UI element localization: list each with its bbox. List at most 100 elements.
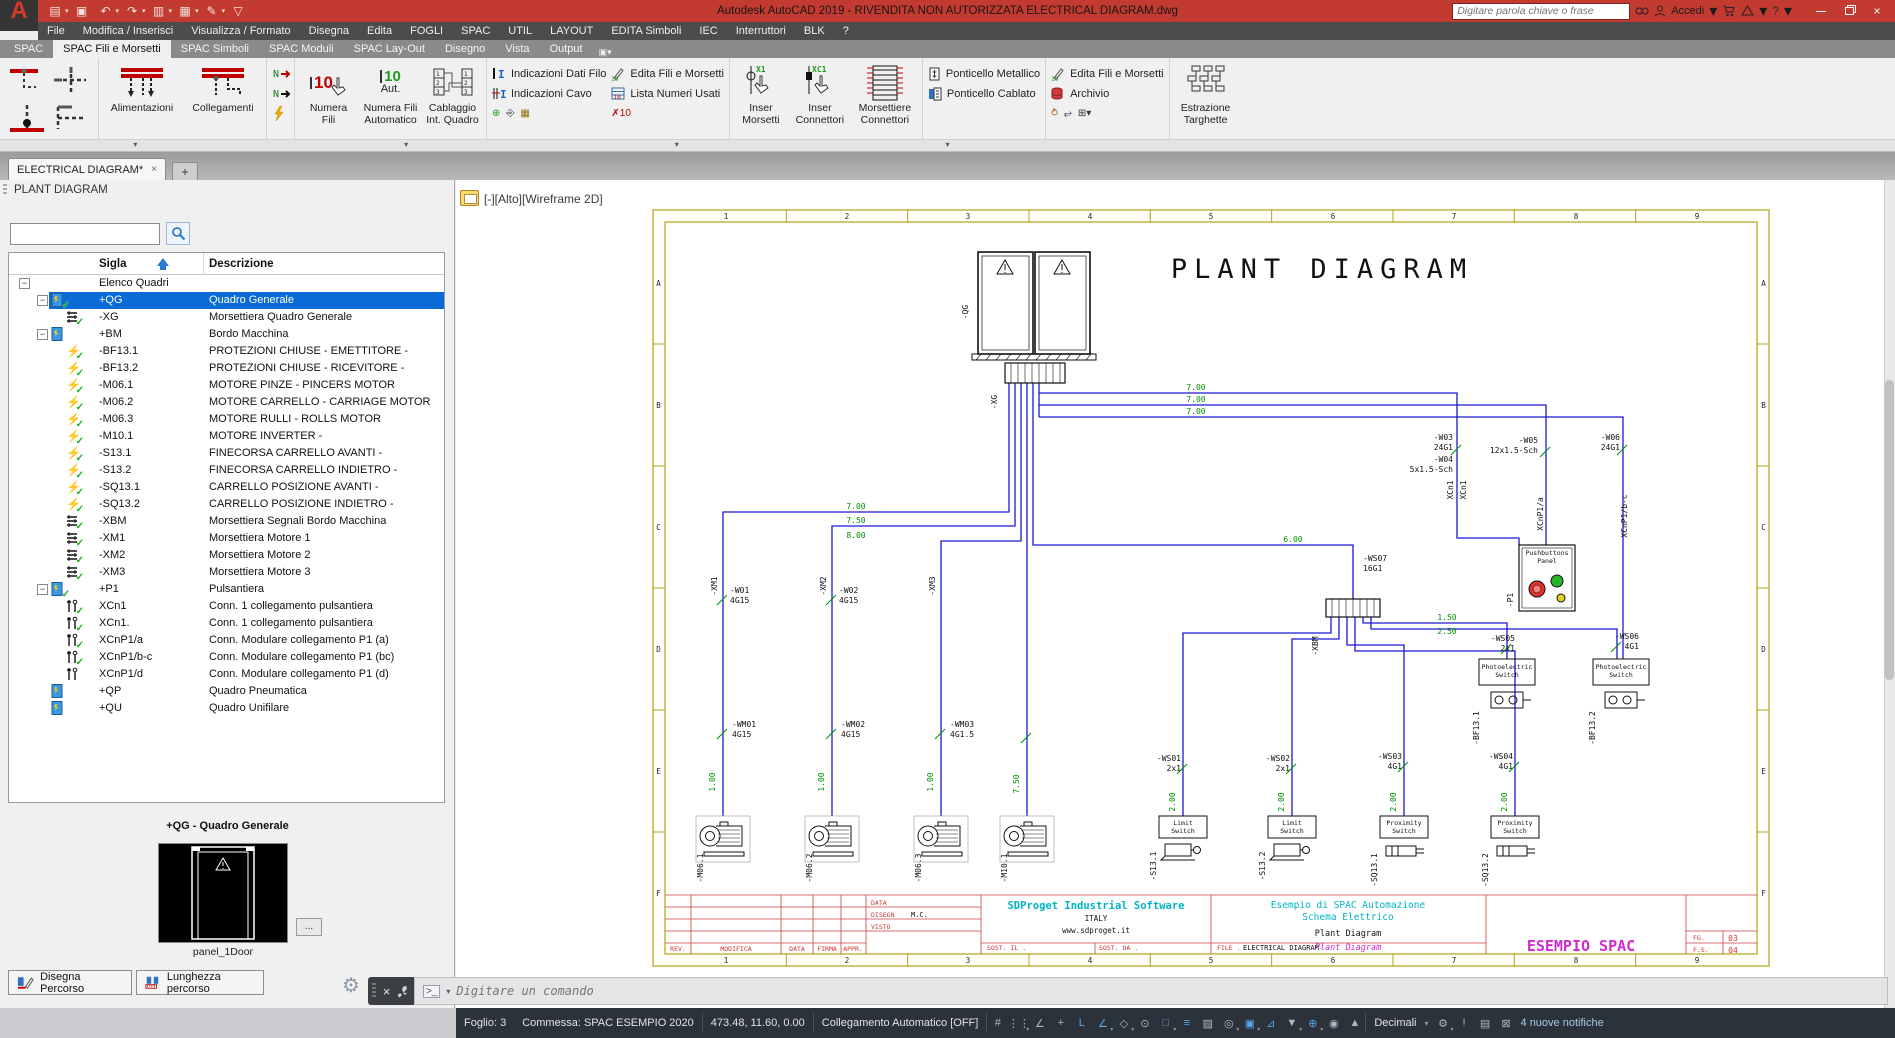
menu-item-iec[interactable]: IEC xyxy=(690,22,726,40)
estrazione-targhette-button[interactable]: Estrazione Targhette xyxy=(1175,61,1237,126)
ribbon-tab-spac-moduli[interactable]: SPAC Moduli xyxy=(259,40,344,58)
signin-label[interactable]: Accedi xyxy=(1671,5,1704,17)
ribbon-tab-disegno[interactable]: Disegno xyxy=(435,40,495,58)
tree-row[interactable]: ✓-XM3Morsettiera Motore 3 xyxy=(9,564,444,581)
expander-minus-icon[interactable]: − xyxy=(19,278,30,289)
new-drawing-tab-button[interactable]: + xyxy=(172,162,198,180)
status-toggle-isodraft-icon[interactable]: ◇▾ xyxy=(1113,1012,1134,1034)
tree-row[interactable]: ⚡✓-M06.2MOTORE CARRELLO - CARRIAGE MOTOR xyxy=(9,394,444,411)
search-icon[interactable] xyxy=(1635,5,1649,17)
edita-fili-morsetti2-button[interactable]: 10 Edita Fili e Morsetti xyxy=(1051,65,1164,82)
inser-connettori-button[interactable]: XC1 Inser Connettori xyxy=(792,61,848,126)
menu-item-visualizza-formato[interactable]: Visualizza / Formato xyxy=(182,22,299,40)
vertical-scrollbar[interactable] xyxy=(1884,180,1895,1008)
menu-item-blk[interactable]: BLK xyxy=(795,22,834,40)
edita-fili-morsetti-button[interactable]: 10 Edita Fili e Morsetti xyxy=(611,65,724,82)
status-toggle-lineweight-icon[interactable]: ≡ xyxy=(1176,1012,1197,1034)
status-toggle-selection-filter-icon[interactable]: ▼▾ xyxy=(1281,1012,1302,1034)
ponticello-cablato-button[interactable]: Ponticello Cablato xyxy=(928,85,1040,102)
status-toggle-selection-cycling-icon[interactable]: ◎▾ xyxy=(1218,1012,1239,1034)
command-history-caret[interactable]: ▾ xyxy=(446,987,450,996)
ribbon-tab-spac[interactable]: SPAC xyxy=(4,40,53,58)
menu-item-layout[interactable]: LAYOUT xyxy=(541,22,602,40)
share-icon[interactable] xyxy=(1741,5,1754,17)
column-descrizione[interactable]: Descrizione xyxy=(209,258,274,270)
tree-row[interactable]: ✓XCn1Conn. 1 collegamento pulsantiera xyxy=(9,598,444,615)
menu-item-edita[interactable]: Edita xyxy=(358,22,401,40)
expander-minus-icon[interactable]: − xyxy=(37,295,48,306)
user-icon[interactable] xyxy=(1654,5,1666,17)
status-toggle-polar-tracking-icon[interactable]: ∠▾ xyxy=(1092,1012,1113,1034)
lightning-tool-icon[interactable] xyxy=(272,105,292,122)
qat-overflow-icon[interactable]: ▽ xyxy=(227,2,249,20)
status-toggle-workspace-icon[interactable]: ⚙▾ xyxy=(1433,1012,1454,1034)
tree-row[interactable]: ⚡✓-M06.1MOTORE PINZE - PINCERS MOTOR xyxy=(9,377,444,394)
tree-row[interactable]: −✓+QGQuadro Generale xyxy=(9,292,444,309)
file-tab-close-icon[interactable]: × xyxy=(151,164,157,175)
indicazioni-cavo-button[interactable]: I Indicazioni Cavo xyxy=(492,85,606,102)
tree-row[interactable]: ⚡✓-BF13.1PROTEZIONI CHIUSE - EMETTITORE … xyxy=(9,343,444,360)
wire-add-icon[interactable]: ⊕ xyxy=(492,108,500,119)
tree-row[interactable]: ✓XCnP1/b-cConn. Modulare collegamento P1… xyxy=(9,649,444,666)
restore-button[interactable] xyxy=(1835,1,1863,21)
wire-n-icon[interactable]: ⎆ xyxy=(506,108,514,119)
palette-header[interactable]: PLANT DIAGRAM xyxy=(0,180,454,200)
settings-gear-icon[interactable]: ⚙ xyxy=(338,972,364,998)
tree-row[interactable]: XCnP1/dConn. Modulare collegamento P1 (d… xyxy=(9,666,444,683)
palette-search-input[interactable] xyxy=(10,223,160,245)
status-toggle-object-snap-tracking-icon[interactable]: ⊙ xyxy=(1134,1012,1155,1034)
status-toggle-gizmo-icon[interactable]: ⊕▾ xyxy=(1302,1012,1323,1034)
status-toggle-dynamic-input-icon[interactable]: + xyxy=(1050,1012,1071,1034)
alimentazioni-button[interactable]: Alimentazioni xyxy=(104,61,180,115)
column-sigla[interactable]: Sigla xyxy=(99,258,126,270)
command-close-icon[interactable]: × xyxy=(383,984,391,999)
status-units[interactable]: Decimali xyxy=(1366,1017,1424,1029)
tree-header[interactable]: Sigla Descrizione xyxy=(9,253,444,275)
tree-row[interactable]: ⚡✓-S13.2FINECORSA CARRELLO INDIETRO - xyxy=(9,462,444,479)
block-menu-icon[interactable]: ⊞▾ xyxy=(1078,108,1091,119)
plot-icon[interactable]: ▥ xyxy=(148,2,170,20)
status-coordinates[interactable]: 473.48, 11.60, 0.00 xyxy=(703,1017,813,1029)
tree-row[interactable]: ✓XCn1.Conn. 1 collegamento pulsantiera xyxy=(9,615,444,632)
wire-cross-icon[interactable] xyxy=(49,61,93,99)
status-collegamento-automatico[interactable]: Collegamento Automatico [OFF] xyxy=(814,1017,987,1029)
lunghezza-percorso-button[interactable]: Lunghezza percorso xyxy=(136,970,264,995)
menu-item--[interactable]: ? xyxy=(834,22,858,40)
status-toggle-dynamic-ucs-icon[interactable]: ⊿ xyxy=(1260,1012,1281,1034)
menu-item-spac[interactable]: SPAC xyxy=(452,22,499,40)
tree-row[interactable]: ✓-XBMMorsettiera Segnali Bordo Macchina xyxy=(9,513,444,530)
undo-icon[interactable]: ↶ xyxy=(95,2,117,20)
ribbon-tab-vista[interactable]: Vista xyxy=(495,40,539,58)
ribbon-tab-spac-simboli[interactable]: SPAC Simboli xyxy=(171,40,259,58)
edit-icon[interactable]: ✎ xyxy=(201,2,223,20)
menu-item-fogli[interactable]: FOGLI xyxy=(401,22,452,40)
menu-item-util[interactable]: UTIL xyxy=(499,22,541,40)
drawing-canvas[interactable]: [-][Alto][Wireframe 2D] xyxy=(456,180,1895,1008)
tree-row[interactable]: ⚡✓-SQ13.1CARRELLO POSIZIONE AVANTI - xyxy=(9,479,444,496)
ribbon-tab-spac-lay-out[interactable]: SPAC Lay-Out xyxy=(344,40,435,58)
preview-more-button[interactable]: ... xyxy=(296,918,322,936)
expander-minus-icon[interactable]: − xyxy=(37,329,48,340)
status-toggle-ortho-icon[interactable]: L xyxy=(1071,1012,1092,1034)
expander-minus-icon[interactable]: − xyxy=(37,584,48,595)
tree-row[interactable]: ⚡✓-SQ13.2CARRELLO POSIZIONE INDIETRO - xyxy=(9,496,444,513)
wire-corner-icon[interactable] xyxy=(5,61,49,99)
tree-row[interactable]: +QUQuadro Unifilare xyxy=(9,700,444,717)
tree-row[interactable]: ⚡✓-M06.3MOTORE RULLI - ROLLS MOTOR xyxy=(9,411,444,428)
cablaggio-button[interactable]: 123123 Cablaggio Int. Quadro xyxy=(424,61,481,126)
wire-table-icon[interactable]: ▦ xyxy=(520,108,529,119)
tree-row[interactable]: ⚡✓-S13.1FINECORSA CARRELLO AVANTI - xyxy=(9,445,444,462)
status-toggle-inference-icon[interactable]: ∠ xyxy=(1029,1012,1050,1034)
numera-fili-automatico-button[interactable]: 10 Aut. Numera Fili Automatico xyxy=(362,61,419,126)
status-toggle-autoscale-icon[interactable]: ▲ xyxy=(1344,1012,1365,1034)
tree-row[interactable]: ✓XCnP1/aConn. Modulare collegamento P1 (… xyxy=(9,632,444,649)
tree-row[interactable]: ⚡✓-BF13.2PROTEZIONI CHIUSE - RICEVITORE … xyxy=(9,360,444,377)
status-toggle-lock-ui-icon[interactable]: ⊠ xyxy=(1496,1012,1517,1034)
tree-row[interactable]: ⚡✓-M10.1MOTORE INVERTER - xyxy=(9,428,444,445)
redo-icon[interactable]: ↷ xyxy=(121,2,143,20)
pins-icon[interactable]: ⥂ xyxy=(1064,108,1072,119)
inser-morsetti-button[interactable]: X1 Inser Morsetti xyxy=(735,61,787,126)
help-icon[interactable]: ? xyxy=(1772,4,1779,18)
status-toggle-quick-properties-icon[interactable]: ▤ xyxy=(1475,1012,1496,1034)
tree-row[interactable]: ✓-XGMorsettiera Quadro Generale xyxy=(9,309,444,326)
